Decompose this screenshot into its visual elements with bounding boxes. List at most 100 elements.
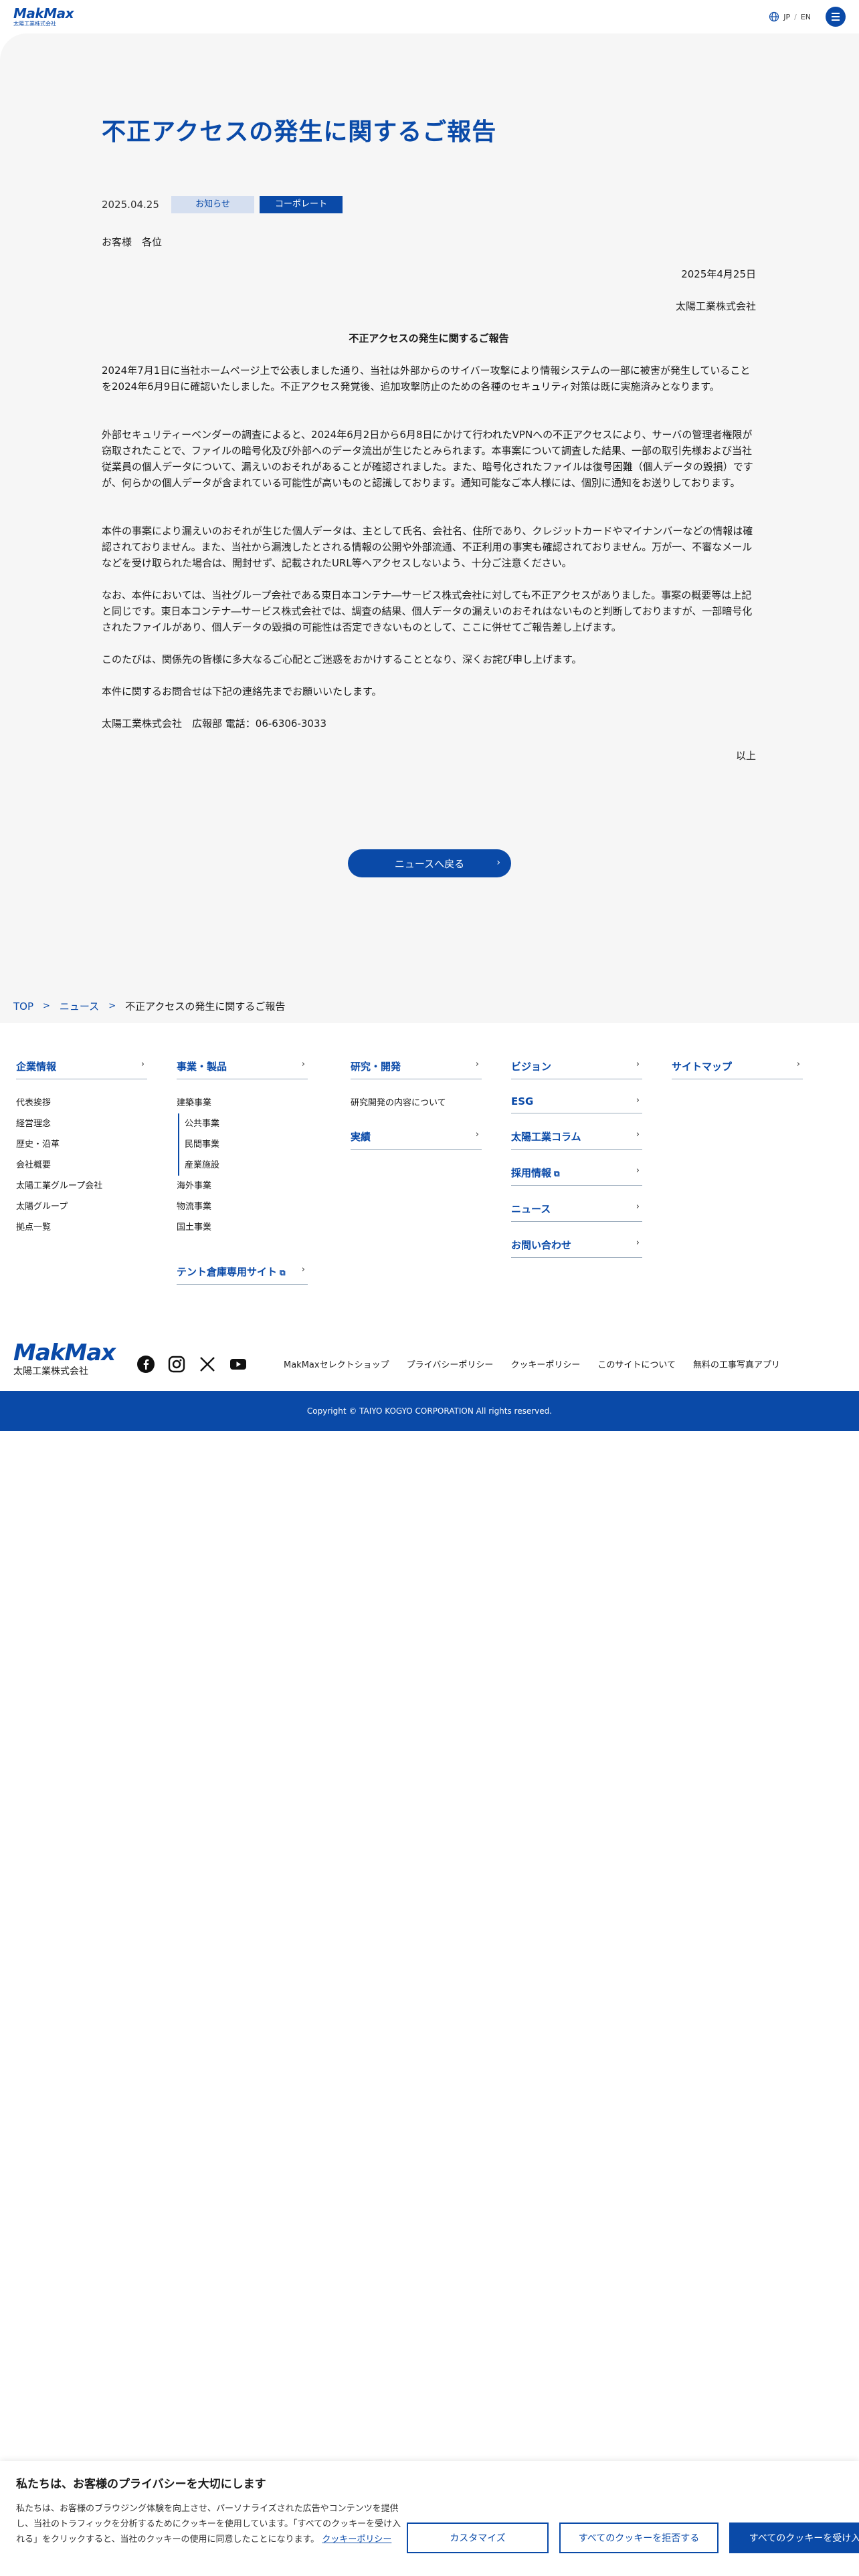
chevron-right-icon: › (301, 1059, 305, 1069)
hamburger-menu-button[interactable] (826, 7, 846, 27)
hamburger-icon (832, 13, 840, 14)
cookie-title: 私たちは、お客様のプライバシーを大切にします (16, 2478, 266, 2491)
footer-link-cookie[interactable]: クッキーポリシー (510, 1358, 580, 1370)
page-title: 不正アクセスの発生に関するご報告 (102, 118, 497, 146)
cookie-accept-all-button[interactable]: すべてのクッキーを受け入れる (729, 2523, 859, 2553)
logo-text: MakMax (13, 5, 74, 21)
chevron-right-icon: › (496, 857, 500, 868)
footer-link-photo-app[interactable]: 無料の工事写真アプリ (693, 1358, 780, 1370)
cookie-banner: 私たちは、お客様のプライバシーを大切にします 私たちは、お客様のブラウジング体験… (0, 2461, 859, 2576)
footer-head-news[interactable]: ニュース › (511, 1202, 642, 1222)
footer-head-business[interactable]: 事業・製品 › (177, 1059, 308, 1079)
footer-col-corporate: 企業情報 › 代表挨拶 経営理念 歴史・沿革 会社概要 太陽工業グループ会社 太陽… (16, 1059, 147, 1238)
tag-news[interactable]: お知らせ (171, 196, 254, 213)
footer-link-about[interactable]: このサイトについて (597, 1358, 676, 1370)
footer-head-results[interactable]: 実績 › (351, 1130, 482, 1150)
chevron-right-icon: › (140, 1059, 145, 1069)
cookie-buttons: カスタマイズ すべてのクッキーを拒否する すべてのクッキーを受け入れる (407, 2523, 859, 2553)
article-date: 2025.04.25 (102, 199, 159, 211)
breadcrumb-top[interactable]: TOP (13, 1000, 33, 1012)
footer-link[interactable]: 建築事業 (177, 1093, 308, 1113)
external-link-icon: ⧉ (280, 1268, 286, 1277)
footer-logo-text: MakMax (13, 1339, 116, 1366)
paragraph: 本件の事案により漏えいのおそれが生じた個人データは、主として氏名、会社名、住所で… (102, 525, 753, 569)
globe-icon (769, 11, 779, 22)
footer-link[interactable]: 物流事業 (177, 1196, 308, 1217)
footer-nav: 企業情報 › 代表挨拶 経営理念 歴史・沿革 会社概要 太陽工業グループ会社 太陽… (0, 1025, 859, 1359)
chevron-right-icon: › (636, 1059, 640, 1069)
cookie-customize-button[interactable]: カスタマイズ (407, 2523, 549, 2553)
footer-sublink[interactable]: 産業施設 (178, 1155, 308, 1176)
footer-link-shop[interactable]: MakMaxセレクトショップ (284, 1358, 389, 1370)
chevron-right-icon: › (796, 1059, 800, 1069)
footer-head-tent-site[interactable]: テント倉庫専用サイト ⧉ › (177, 1265, 308, 1285)
footer-link[interactable]: 歴史・沿革 (16, 1134, 147, 1155)
back-to-news-button[interactable]: ニュースへ戻る › (348, 849, 511, 877)
language-switch: JP / EN (769, 11, 811, 22)
footer-head-esg[interactable]: ESG › (511, 1095, 642, 1113)
footer-col-research: 研究・開発 › 研究開発の内容について 実績 › (351, 1059, 482, 1163)
paragraph: 本件に関するお問合せは下記の連絡先までお願いいたします。 (102, 685, 382, 697)
facebook-icon[interactable] (136, 1355, 155, 1374)
paragraph: 外部セキュリティーベンダーの調査によると、2024年6月2日から6月8日にかけて… (102, 429, 753, 489)
footer-link-privacy[interactable]: プライバシーポリシー (407, 1358, 494, 1370)
footer-head-vision[interactable]: ビジョン › (511, 1059, 642, 1079)
chevron-right-icon: › (301, 1265, 305, 1275)
paragraph: なお、本件においては、当社グループ会社である東日本コンテナ―サービス株式会社に対… (102, 589, 753, 633)
article-meta: 2025.04.25 お知らせ コーポレート (102, 196, 348, 213)
footer-col-sitemap: サイトマップ › (672, 1059, 803, 1093)
footer-head-sitemap[interactable]: サイトマップ › (672, 1059, 803, 1079)
back-button-label: ニュースへ戻る (394, 857, 465, 870)
instagram-icon[interactable] (167, 1355, 186, 1374)
footer-head-contact[interactable]: お問い合わせ › (511, 1238, 642, 1258)
article-section: 不正アクセスの発生に関するご報告 2025.04.25 お知らせ コーポレート … (0, 33, 859, 1023)
chevron-right-icon: › (475, 1130, 479, 1140)
footer-link[interactable]: 経営理念 (16, 1113, 147, 1134)
footer-sublink[interactable]: 民間事業 (178, 1134, 308, 1155)
copyright-bar: Copyright © TAIYO KOGYO CORPORATION All … (0, 1391, 859, 1431)
lang-separator: / (794, 12, 797, 21)
site-header: MakMax 太陽工業株式会社 JP / EN (0, 0, 859, 33)
footer-link[interactable]: 太陽工業グループ会社 (16, 1176, 147, 1196)
lang-jp[interactable]: JP (783, 13, 790, 21)
article-heading: 不正アクセスの発生に関するご報告 (349, 332, 509, 344)
issuer-company: 太陽工業株式会社 (675, 300, 756, 312)
logo-subtitle: 太陽工業株式会社 (13, 21, 56, 27)
breadcrumb-current: 不正アクセスの発生に関するご報告 (125, 1000, 286, 1012)
paragraph: 2024年7月1日に当社ホームページ上で公表しました通り、当社は外部からのサイバ… (102, 364, 751, 393)
footer-link[interactable]: 太陽グループ (16, 1196, 147, 1217)
footer-link[interactable]: 代表挨拶 (16, 1093, 147, 1113)
cookie-description: 私たちは、お客様のブラウジング体験を向上させ、パーソナライズされた広告やコンテン… (16, 2504, 401, 2545)
breadcrumb-separator: > (43, 1001, 50, 1011)
footer-col-business: 事業・製品 › 建築事業 公共事業 民間事業 産業施設 海外事業 物流事業 国土事… (177, 1059, 308, 1298)
footer-link[interactable]: 拠点一覧 (16, 1217, 147, 1238)
cookie-reject-all-button[interactable]: すべてのクッキーを拒否する (559, 2523, 719, 2553)
footer-logo[interactable]: MakMax 太陽工業株式会社 (13, 1339, 116, 1377)
chevron-right-icon: › (636, 1095, 640, 1105)
footer-link[interactable]: 国土事業 (177, 1217, 308, 1238)
breadcrumb: TOP > ニュース > 不正アクセスの発生に関するご報告 (13, 999, 285, 1013)
footer-logo-subtitle: 太陽工業株式会社 (13, 1366, 88, 1377)
closing: 以上 (735, 750, 756, 762)
footer-head-column[interactable]: 太陽工業コラム › (511, 1130, 642, 1150)
youtube-icon[interactable] (229, 1355, 248, 1374)
chevron-right-icon: › (636, 1130, 640, 1140)
breadcrumb-news[interactable]: ニュース (60, 999, 99, 1013)
issue-date: 2025年4月25日 (681, 268, 756, 280)
footer-link[interactable]: 研究開発の内容について (351, 1093, 482, 1113)
chevron-right-icon: › (636, 1238, 640, 1248)
site-logo[interactable]: MakMax 太陽工業株式会社 (13, 7, 74, 27)
lang-en[interactable]: EN (801, 13, 811, 21)
footer-head-recruit[interactable]: 採用情報 ⧉ › (511, 1166, 642, 1186)
x-twitter-icon[interactable] (198, 1355, 217, 1374)
footer-head-corporate[interactable]: 企業情報 › (16, 1059, 147, 1079)
copyright-text: Copyright © TAIYO KOGYO CORPORATION All … (306, 1406, 553, 1416)
footer-link[interactable]: 会社概要 (16, 1155, 147, 1176)
tag-corporate[interactable]: コーポレート (260, 196, 343, 213)
breadcrumb-separator: > (108, 1001, 116, 1011)
footer-link[interactable]: 海外事業 (177, 1176, 308, 1196)
cookie-policy-link[interactable]: クッキーポリシー (322, 2535, 391, 2545)
footer-head-research[interactable]: 研究・開発 › (351, 1059, 482, 1079)
footer-links: MakMaxセレクトショップ プライバシーポリシー クッキーポリシー このサイト… (284, 1358, 780, 1370)
footer-sublink[interactable]: 公共事業 (178, 1113, 308, 1134)
